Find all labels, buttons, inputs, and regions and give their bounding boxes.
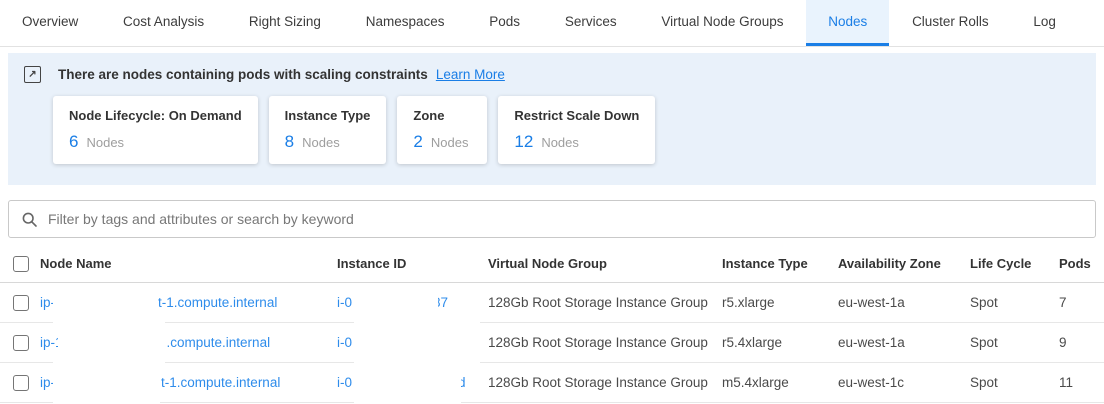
tab-services[interactable]: Services [543, 0, 639, 46]
life-cycle-cell: Spot [970, 295, 1055, 310]
life-cycle-cell: Spot [970, 375, 1055, 390]
card-value: 2 [413, 132, 422, 152]
tab-virtual-node-groups[interactable]: Virtual Node Groups [639, 0, 805, 46]
search-icon [21, 211, 38, 228]
col-instance-type: Instance Type [722, 256, 838, 271]
availability-zone-cell: eu-west-1a [838, 295, 970, 310]
tab-log[interactable]: Log [1011, 0, 1078, 46]
card-value: 12 [514, 132, 533, 152]
table-row[interactable]: ip-t-1.compute.internal i-0da87 128Gb Ro… [0, 283, 1104, 323]
instance-type-cell: r5.4xlarge [722, 335, 838, 350]
availability-zone-cell: eu-west-1a [838, 335, 970, 350]
virtual-node-group-cell: 128Gb Root Storage Instance Group [488, 335, 722, 350]
constraint-card-instance-type[interactable]: Instance Type 8 Nodes [269, 96, 387, 164]
constraint-card-zone[interactable]: Zone 2 Nodes [397, 96, 487, 164]
filter-bar [8, 200, 1096, 238]
col-availability-zone: Availability Zone [838, 256, 970, 271]
instance-id-link[interactable]: i-0 [337, 335, 488, 350]
virtual-node-group-cell: 128Gb Root Storage Instance Group [488, 295, 722, 310]
constraint-card-restrict-scale-down[interactable]: Restrict Scale Down 12 Nodes [498, 96, 655, 164]
card-title: Restrict Scale Down [514, 108, 639, 123]
card-value: 8 [285, 132, 294, 152]
banner-message: There are nodes containing pods with sca… [58, 67, 428, 82]
table-header: Node Name Instance ID Virtual Node Group… [0, 245, 1104, 283]
select-all-checkbox[interactable] [13, 256, 29, 272]
col-virtual-node-group: Virtual Node Group [488, 256, 722, 271]
tab-nodes[interactable]: Nodes [806, 0, 889, 46]
constraint-cards: Node Lifecycle: On Demand 6 Nodes Instan… [8, 96, 1096, 164]
instance-id-link[interactable]: i-0da87 [337, 295, 488, 310]
life-cycle-cell: Spot [970, 335, 1055, 350]
search-input[interactable] [48, 211, 1083, 227]
node-name-link[interactable]: ip-t-1.compute.internal [40, 295, 337, 310]
tab-right-sizing[interactable]: Right Sizing [227, 0, 343, 46]
card-title: Node Lifecycle: On Demand [69, 108, 242, 123]
row-checkbox[interactable] [13, 375, 29, 391]
node-name-link[interactable]: ip-1.compute.internal [40, 335, 337, 350]
learn-more-link[interactable]: Learn More [436, 67, 505, 82]
col-instance-id: Instance ID [337, 256, 488, 271]
col-pods: Pods [1055, 256, 1104, 271]
card-unit: Nodes [86, 135, 124, 150]
pods-cell: 7 [1055, 295, 1104, 310]
instance-type-cell: m5.4xlarge [722, 375, 838, 390]
card-title: Instance Type [285, 108, 371, 123]
card-unit: Nodes [431, 135, 469, 150]
tab-namespaces[interactable]: Namespaces [344, 0, 467, 46]
constraint-card-node-lifecycle[interactable]: Node Lifecycle: On Demand 6 Nodes [53, 96, 258, 164]
tab-cluster-rolls[interactable]: Cluster Rolls [890, 0, 1011, 46]
tab-cost-analysis[interactable]: Cost Analysis [101, 0, 226, 46]
scaling-constraints-banner: ↗ There are nodes containing pods with s… [8, 53, 1096, 185]
card-unit: Nodes [541, 135, 579, 150]
row-checkbox[interactable] [13, 295, 29, 311]
col-node-name: Node Name [40, 256, 337, 271]
table-row[interactable]: ip-t-1.compute.internal i-0d 128Gb Root … [0, 363, 1104, 403]
pods-cell: 11 [1055, 375, 1104, 390]
scale-up-arrow-icon: ↗ [24, 66, 41, 83]
nodes-table: Node Name Instance ID Virtual Node Group… [0, 245, 1104, 403]
tab-pods[interactable]: Pods [467, 0, 542, 46]
table-row[interactable]: ip-1.compute.internal i-0 128Gb Root Sto… [0, 323, 1104, 363]
node-name-link[interactable]: ip-t-1.compute.internal [40, 375, 337, 390]
instance-type-cell: r5.xlarge [722, 295, 838, 310]
virtual-node-group-cell: 128Gb Root Storage Instance Group [488, 375, 722, 390]
col-life-cycle: Life Cycle [970, 256, 1055, 271]
card-unit: Nodes [302, 135, 340, 150]
tab-overview[interactable]: Overview [0, 0, 100, 46]
instance-id-link[interactable]: i-0d [337, 375, 488, 390]
availability-zone-cell: eu-west-1c [838, 375, 970, 390]
tab-bar: Overview Cost Analysis Right Sizing Name… [0, 0, 1104, 47]
pods-cell: 9 [1055, 335, 1104, 350]
card-value: 6 [69, 132, 78, 152]
card-title: Zone [413, 108, 471, 123]
row-checkbox[interactable] [13, 335, 29, 351]
